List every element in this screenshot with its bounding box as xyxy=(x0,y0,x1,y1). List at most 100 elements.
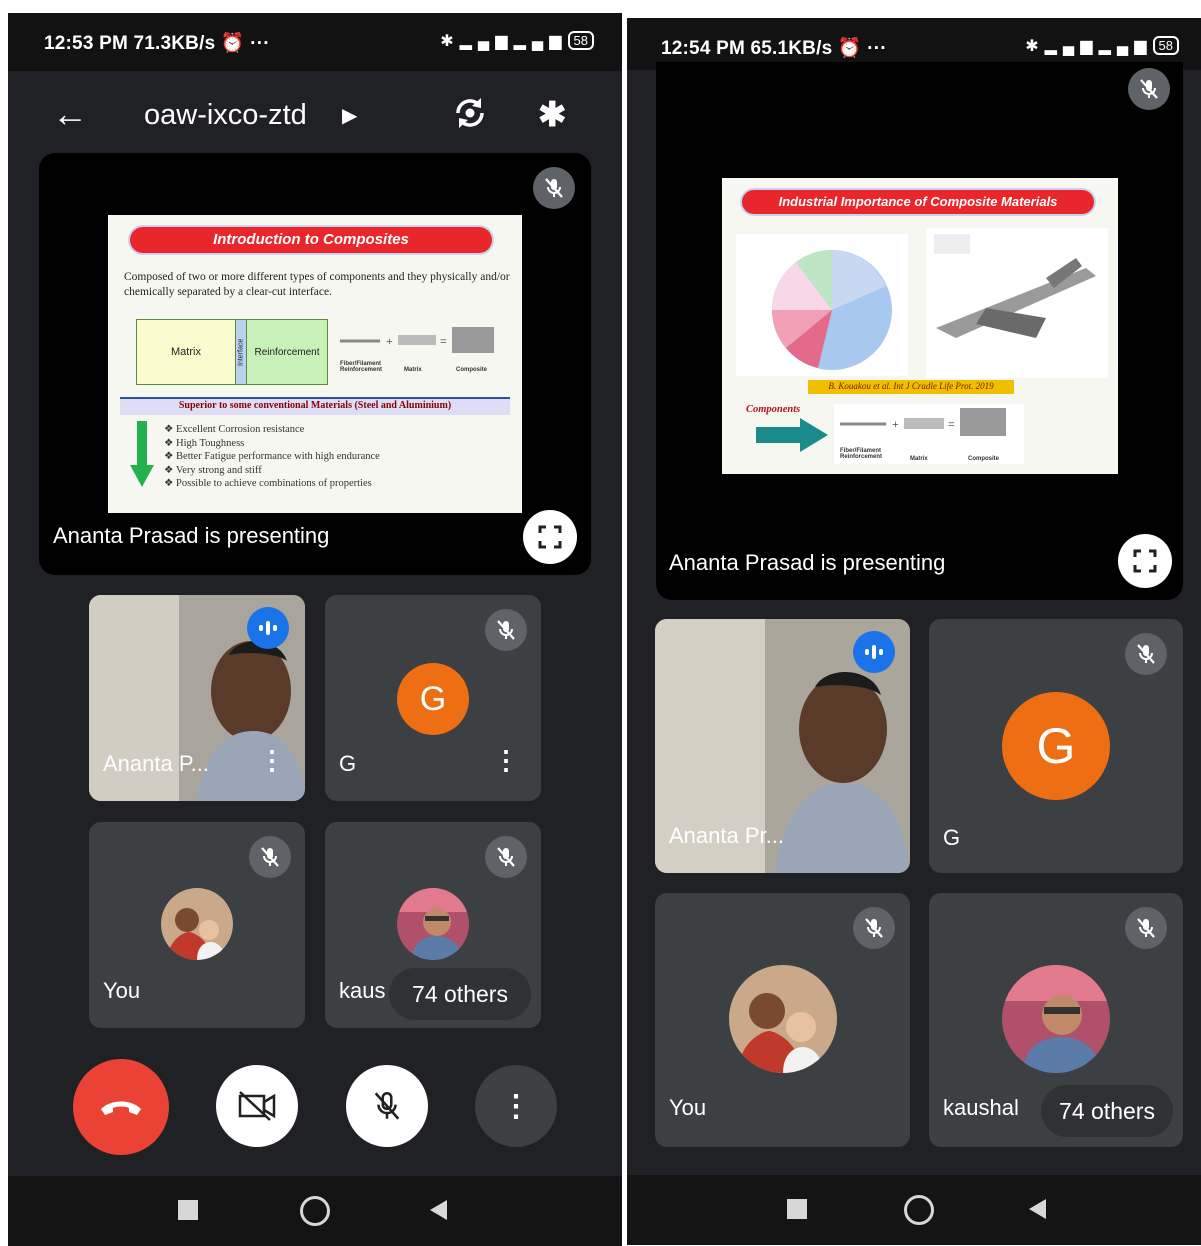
reinforcement-box: Reinforcement xyxy=(246,319,328,385)
camera-toggle-button[interactable] xyxy=(216,1065,298,1147)
end-call-button[interactable] xyxy=(73,1059,169,1155)
components-label: Components xyxy=(746,404,801,415)
microphone-toggle-button[interactable] xyxy=(346,1065,428,1147)
participant-tile-you[interactable]: You xyxy=(89,822,305,1028)
participant-tile-you[interactable]: You xyxy=(655,893,910,1147)
avatar xyxy=(161,888,233,960)
others-count-chip[interactable]: 74 others xyxy=(389,968,531,1020)
video-off-icon xyxy=(238,1091,276,1121)
slide-citation: B. Kouakou et al. Int J Cradle Life Prot… xyxy=(808,380,1014,394)
speaking-indicator-icon xyxy=(247,607,289,649)
alarm-icon: ⏰ xyxy=(837,38,862,59)
more-options-button[interactable]: ⋮ xyxy=(475,1065,557,1147)
fullscreen-button[interactable] xyxy=(523,510,577,564)
slide-body: Composed of two or more different types … xyxy=(124,271,510,298)
avatar: G xyxy=(397,663,469,735)
bluetooth-status-icon: ✱ xyxy=(440,33,460,50)
avatar xyxy=(397,888,469,960)
right-arrow-icon xyxy=(756,418,828,452)
mic-off-icon xyxy=(1125,633,1167,675)
mic-off-icon xyxy=(853,907,895,949)
status-icons: ✱▂▄▆▂▄▆ 58 xyxy=(440,31,594,51)
participant-tile-ananta[interactable]: Ananta Pr... xyxy=(655,619,910,873)
switch-camera-icon[interactable] xyxy=(450,93,490,138)
chevron-right-icon[interactable]: ▶ xyxy=(342,103,357,128)
pie-chart-figure xyxy=(736,234,908,376)
participant-name: kaus xyxy=(339,978,386,1003)
slide-title: Industrial Importance of Composite Mater… xyxy=(742,190,1094,214)
status-icons: ✱▂▄▆▂▄▆ 58 xyxy=(1025,36,1179,56)
presentation-stage[interactable]: Industrial Importance of Composite Mater… xyxy=(656,62,1183,600)
fig-label-fiber: Fiber/Filament Reinforcement xyxy=(340,361,383,373)
bluetooth-audio-icon[interactable]: ✱ xyxy=(538,95,567,135)
phone-screen-left: 12:53 PM 71.3KB/s ⏰ ··· ✱▂▄▆▂▄▆ 58 ← oaw-… xyxy=(8,13,622,1246)
avatar: G xyxy=(1002,692,1110,800)
back-arrow-icon[interactable]: ← xyxy=(52,93,88,135)
mic-off-icon xyxy=(374,1091,400,1120)
bullet-item: ❖ Possible to achieve combinations of pr… xyxy=(164,478,372,489)
participant-tile-g[interactable]: G G ⋮ xyxy=(325,595,541,801)
mic-off-icon xyxy=(1125,907,1167,949)
nav-back-icon[interactable] xyxy=(430,1200,447,1220)
participant-name: Ananta P... xyxy=(103,751,210,776)
participant-tile-kaushal[interactable]: kaushal 74 others xyxy=(929,893,1183,1147)
fig-label-fiber: Fiber/Filament Reinforcement xyxy=(840,448,883,460)
meeting-title[interactable]: oaw-ixco-ztd xyxy=(144,99,307,132)
matrix-box: Matrix xyxy=(136,319,236,385)
nav-back-icon[interactable] xyxy=(1029,1199,1046,1219)
presenting-label: Ananta Prasad is presenting xyxy=(53,523,330,548)
presentation-stage[interactable]: Introduction to Composites Composed of t… xyxy=(39,153,591,575)
alarm-icon: ⏰ xyxy=(220,33,245,54)
mic-off-icon xyxy=(533,167,575,209)
participant-name: kaushal xyxy=(943,1095,1019,1120)
aircraft-figure xyxy=(926,228,1108,378)
fig-label-composite: Composite xyxy=(968,456,1000,462)
recents-icon[interactable] xyxy=(178,1200,198,1220)
android-nav-bar xyxy=(8,1176,622,1246)
participant-name: You xyxy=(669,1095,707,1120)
slide-subtitle: Superior to some conventional Materials … xyxy=(120,397,510,415)
others-count-chip[interactable]: 74 others xyxy=(1041,1085,1173,1137)
svg-text:+: + xyxy=(892,417,899,431)
more-options-icon[interactable]: ⋮ xyxy=(259,747,285,773)
battery-icon: 58 xyxy=(567,31,594,50)
fullscreen-button[interactable] xyxy=(1118,534,1172,588)
fullscreen-icon xyxy=(538,525,562,549)
fig-label-composite: Composite xyxy=(456,367,488,373)
participant-name: G xyxy=(943,825,961,850)
shared-slide: Introduction to Composites Composed of t… xyxy=(108,215,522,513)
svg-text:=: = xyxy=(948,417,955,431)
recents-icon[interactable] xyxy=(787,1199,807,1219)
home-icon[interactable] xyxy=(904,1195,934,1225)
battery-icon: 58 xyxy=(1152,36,1179,55)
signal-icon-2: ▂▄▆ xyxy=(513,33,568,50)
svg-text:=: = xyxy=(440,334,447,348)
avatar xyxy=(729,965,837,1073)
slide-title: Introduction to Composites xyxy=(130,227,492,253)
mic-off-icon xyxy=(485,836,527,878)
home-icon[interactable] xyxy=(300,1196,330,1226)
fig-label-matrix: Matrix xyxy=(404,367,422,373)
more-options-icon[interactable]: ⋮ xyxy=(493,747,519,773)
mic-off-icon xyxy=(1128,68,1170,110)
phone-screen-right: 12:54 PM 65.1KB/s ⏰ ··· ✱▂▄▆▂▄▆ 58 Indust… xyxy=(627,18,1201,1245)
status-time: 12:53 PM xyxy=(44,33,128,54)
bullet-item: ❖ Excellent Corrosion resistance xyxy=(164,424,305,435)
avatar xyxy=(1002,965,1110,1073)
phone-hangup-icon xyxy=(101,1101,141,1115)
meeting-top-bar: ← oaw-ixco-ztd ▶ ✱ xyxy=(8,71,622,163)
participant-tile-kaushal[interactable]: kaus 74 others xyxy=(325,822,541,1028)
participant-name: Ananta Pr... xyxy=(669,823,784,848)
participant-name: G xyxy=(339,751,357,776)
bullet-item: ❖ Better Fatigue performance with high e… xyxy=(164,451,380,462)
more-vert-icon: ⋮ xyxy=(501,1089,531,1123)
bullet-item: ❖ Very strong and stiff xyxy=(164,464,262,476)
shared-slide: Industrial Importance of Composite Mater… xyxy=(722,178,1118,474)
participant-tile-ananta[interactable]: Ananta P... ⋮ xyxy=(89,595,305,801)
participant-tile-g[interactable]: G G xyxy=(929,619,1183,873)
signal-icon: ▂▄▆ xyxy=(1044,38,1099,55)
status-bar: 12:53 PM 71.3KB/s ⏰ ··· ✱▂▄▆▂▄▆ 58 xyxy=(8,13,622,71)
mic-off-icon xyxy=(485,609,527,651)
fig-label-matrix: Matrix xyxy=(910,456,928,462)
mic-off-icon xyxy=(249,836,291,878)
